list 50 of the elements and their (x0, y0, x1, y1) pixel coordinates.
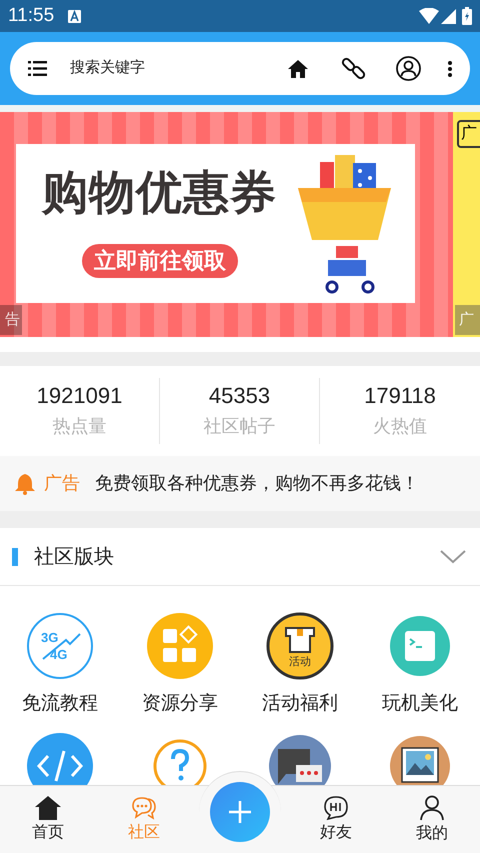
bell-icon (14, 472, 36, 494)
notification-icon (68, 10, 82, 22)
nav-tab[interactable]: 好友 (288, 786, 384, 853)
wifi-icon (419, 8, 439, 24)
notice-bar[interactable]: 广告 免费领取各种优惠券，购物不再多花钱！ (0, 456, 480, 511)
board-label[interactable]: 资源分享 (142, 690, 218, 718)
menu-icon[interactable] (28, 61, 47, 76)
icon-label: 3G (41, 630, 58, 645)
stat-value: 1921091 (36, 382, 122, 410)
nav-tab[interactable]: 我的 (384, 786, 480, 853)
account-icon[interactable] (396, 56, 421, 81)
accent-bar (12, 548, 18, 566)
section-header[interactable]: 社区版块 (0, 528, 480, 586)
ad-banner[interactable]: 购物优惠券 立即前往领取 告 (0, 112, 453, 337)
stat-value: 45353 (208, 382, 270, 410)
section-title: 社区版块 (34, 544, 114, 570)
chat-bubbles-icon (131, 796, 157, 820)
trend-line-icon (42, 633, 81, 660)
home-icon (35, 796, 61, 820)
grid-icon (146, 612, 214, 680)
signal-icon (441, 8, 456, 24)
ad-tag: 告 (0, 305, 22, 335)
stat-label: 火热值 (373, 415, 427, 438)
next-banner[interactable]: 广 广 (453, 112, 480, 337)
banner-headline: 购物优惠券 (42, 169, 277, 215)
board-label[interactable]: 免流教程 (22, 690, 98, 718)
person-icon (420, 795, 444, 821)
more-icon[interactable] (448, 60, 452, 76)
board-label[interactable]: 玩机美化 (382, 690, 458, 718)
icon-label: 活动 (289, 655, 311, 668)
ad-tag: 广 (457, 120, 480, 148)
notice-tag: 广告 (44, 470, 80, 497)
hi-bubble-icon (323, 796, 349, 820)
stat-value: 179118 (364, 382, 436, 410)
link-icon[interactable] (341, 56, 366, 81)
search-field[interactable]: 搜索关键字 (70, 57, 260, 80)
board-label[interactable]: 活动福利 (262, 690, 338, 718)
nav-tab[interactable]: 首页 (0, 786, 96, 853)
notice-text: 免费领取各种优惠券，购物不再多花钱！ (95, 472, 419, 495)
battery-icon (462, 7, 472, 25)
icon-label: 4G (50, 647, 68, 662)
plus-icon (228, 800, 252, 824)
banner-button: 立即前往领取 (82, 244, 238, 278)
stat-label: 热点量 (52, 415, 106, 438)
clock: 11:55 (8, 4, 54, 28)
chevron-icon[interactable] (440, 550, 466, 564)
ad-tag: 广 (455, 305, 480, 335)
home-icon[interactable] (288, 60, 308, 78)
icon-ring (27, 613, 93, 679)
stat-label: 社区帖子 (204, 415, 276, 438)
